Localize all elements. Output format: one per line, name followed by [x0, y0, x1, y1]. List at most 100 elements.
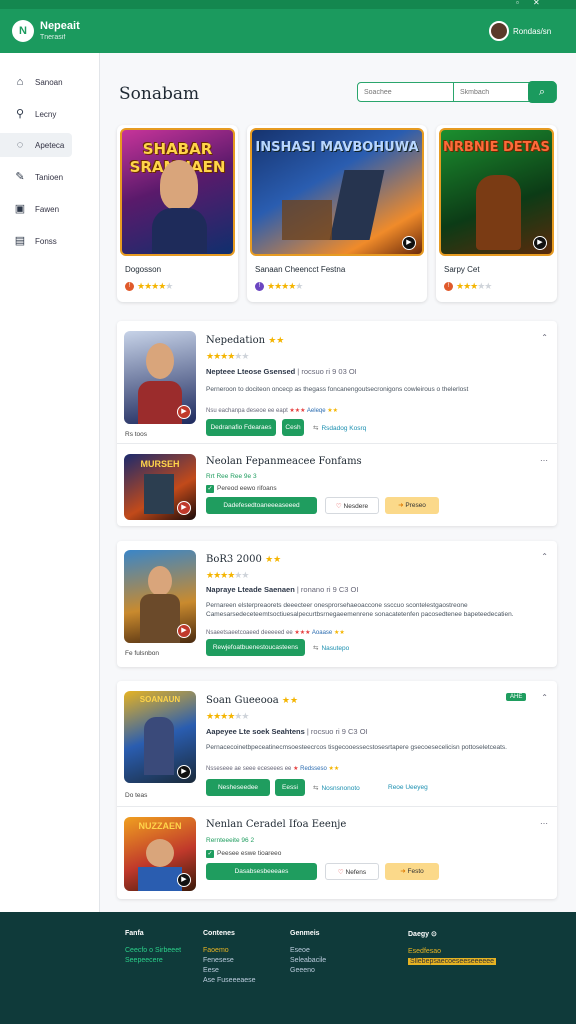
game-name: Sarpy Cet	[444, 265, 480, 274]
footer-link[interactable]: Geeeno	[290, 967, 326, 974]
footer-link[interactable]: Faoemo	[203, 947, 256, 954]
game-description: Pernacecoinetbpeceatinecmsoesteecrcos ti…	[206, 744, 507, 751]
play-icon[interactable]: ▶	[177, 624, 191, 638]
game-art[interactable]: SHABAR SRAMHAEN	[120, 128, 235, 256]
tertiary-action-button[interactable]: ➜ Festo	[385, 863, 439, 880]
sidebar-item-label: Tanioen	[35, 172, 64, 182]
primary-action-button[interactable]: Rewjefoatbuenestoucasteens	[206, 639, 305, 656]
footer-link[interactable]: Seepeecere	[125, 957, 181, 964]
footer-column: Fanfa Ceecfo o Sirbeeet Seepeecere	[125, 930, 181, 967]
footer-column: Genmeis Eseoe Seleabacile Geeeno	[290, 930, 326, 977]
link-text: Nosnsnonoto	[321, 785, 360, 792]
secondary-action-button[interactable]: ♡ Nesdere	[325, 497, 379, 514]
play-icon[interactable]: ▶	[402, 236, 416, 250]
share-link[interactable]: ⇆ Nasutepo	[313, 644, 349, 652]
sidebar-item-home[interactable]: ⌂ Sanoan	[0, 70, 100, 94]
star-rating: ★★★★★★	[206, 351, 249, 361]
age-badge-icon: !	[125, 282, 134, 291]
list-item[interactable]: ▶ Rs toos Nepedation ★★ ★★★★★★ Nepteee L…	[117, 321, 557, 443]
featured-card[interactable]: NRBNIE DETAS ▶ Sarpy Cet ! ★★★★★	[436, 125, 557, 302]
game-title-text: Nepedation	[206, 335, 266, 346]
primary-action-button[interactable]: Dasabsesbeeeaes	[206, 863, 317, 880]
play-icon[interactable]: ▶	[177, 405, 191, 419]
game-description: Pernareen elsterpreaorets deeecteer ones…	[206, 602, 514, 618]
featured-card[interactable]: SHABAR SRAMHAEN Dogosson !★★★★★	[117, 125, 238, 302]
game-description: Perneroon to dociteon oncecp as thegass …	[206, 386, 469, 393]
list-item[interactable]: ▶ Fe fulsnbon BoR3 2000 ★★ ★★★★★★ Napray…	[117, 541, 557, 667]
subtitle-text: Peesee eswe tioareeo	[217, 850, 282, 857]
footer-heading: Genmeis	[290, 930, 320, 937]
minimize-icon[interactable]: ▫	[516, 0, 519, 7]
game-art[interactable]: NRBNIE DETAS ▶	[439, 128, 554, 256]
subtitle-meta: | rocsuo ri 9 03 OI	[297, 367, 357, 376]
avatar[interactable]	[489, 21, 509, 41]
search-button[interactable]: ⌕	[528, 81, 556, 103]
share-link[interactable]: ⇆ Rsdadog Kosrq	[313, 424, 366, 432]
footer-link[interactable]: Seleabacile	[290, 957, 326, 964]
list-item[interactable]: NUZZAEN ▶ Nenlan Ceradel Ifoa Eeenje Rer…	[117, 806, 557, 899]
play-icon[interactable]: ▶	[533, 236, 547, 250]
game-rating: ! ★★★★★	[125, 281, 173, 292]
subtitle-text: Pereod eewo rifoans	[217, 485, 277, 492]
window-strip: ▫ ✕	[0, 0, 576, 9]
secondary-action-button[interactable]: Eessi	[275, 779, 305, 796]
play-icon[interactable]: ▶	[177, 765, 191, 779]
chevron-up-icon[interactable]: ⌃	[541, 333, 548, 342]
game-name: Sanaan Cheencct Festna	[255, 265, 346, 274]
footer: Fanfa Ceecfo o Sirbeeet Seepeecere Conte…	[0, 912, 576, 1024]
footer-highlight-link[interactable]: Sllebepsaecoeseeseeeeee	[408, 958, 497, 965]
star-rating: ★★★★★★	[206, 570, 249, 580]
more-icon[interactable]: ⋯	[540, 456, 548, 465]
user-name[interactable]: Rondas/sn	[513, 27, 551, 36]
tertiary-action-button[interactable]: ➜ Preseo	[385, 497, 439, 514]
search-icon: ⌕	[538, 86, 546, 98]
age-badge-icon: !	[444, 282, 453, 291]
game-subtitle: Nepteee Lteose Gsensed | rocsuo ri 9 03 …	[206, 367, 357, 376]
brand-name: Nepeait	[40, 20, 80, 32]
featured-card[interactable]: INSHASI MAVBOHUWA ▶ Sanaan Cheencct Fest…	[247, 125, 427, 302]
sidebar-item-document[interactable]: ▤ Fonss	[0, 229, 100, 253]
game-art[interactable]: INSHASI MAVBOHUWA ▶	[250, 128, 424, 256]
secondary-link[interactable]: Reoe Ueeyeg	[388, 784, 428, 791]
game-thumbnail[interactable]: SOANAUN ▶	[124, 691, 196, 783]
primary-action-button[interactable]: Dadefesedtoaneeeaseeed	[206, 497, 317, 514]
footer-link[interactable]: Ceecfo o Sirbeeet	[125, 947, 181, 954]
button-label: Nesdere	[343, 503, 369, 510]
sidebar-item-link[interactable]: ⚲ Lecny	[0, 102, 100, 126]
share-icon: ⇆	[313, 785, 319, 792]
chevron-up-icon[interactable]: ⌃	[541, 693, 548, 702]
sidebar-item-pen[interactable]: ✎ Tanioen	[0, 165, 100, 189]
footer-link[interactable]: Esedfesao	[408, 948, 496, 955]
footer-link[interactable]: Ase Fuseeeaese	[203, 977, 256, 984]
secondary-action-button[interactable]: Cesh	[282, 419, 304, 436]
list-item[interactable]: SOANAUN ▶ Do teas AHE Soan Gueeooa ★★ ★★…	[117, 681, 557, 806]
search-input[interactable]	[358, 83, 453, 101]
footer-heading: Daegy ⊙	[408, 930, 496, 938]
sidebar-item-shield[interactable]: ◌ Apeteca	[0, 133, 72, 157]
game-thumbnail[interactable]: ▶	[124, 550, 196, 643]
game-thumbnail[interactable]: NUZZAEN ▶	[124, 817, 196, 891]
footer-link[interactable]: Eseoe	[290, 947, 326, 954]
sidebar-item-label: Sanoan	[35, 77, 63, 87]
primary-action-button[interactable]: Dedranafio Fdearaes	[206, 419, 276, 436]
game-title: Nepedation ★★	[206, 335, 285, 346]
primary-action-button[interactable]: Nesheseedee	[206, 779, 270, 796]
play-icon[interactable]: ▶	[177, 501, 191, 515]
sidebar-item-bookmark[interactable]: ▣ Fawen	[0, 197, 100, 221]
logo-icon[interactable]: N	[12, 20, 34, 42]
footer-link[interactable]: Eese	[203, 967, 256, 974]
chevron-up-icon[interactable]: ⌃	[541, 552, 548, 561]
more-icon[interactable]: ⋯	[540, 819, 548, 828]
play-icon[interactable]: ▶	[177, 873, 191, 887]
share-link[interactable]: ⇆ Nosnsnonoto	[313, 784, 360, 792]
side-label: Rs toos	[125, 431, 148, 438]
game-thumbnail[interactable]: MURSEH ▶	[124, 454, 196, 520]
close-icon[interactable]: ✕	[533, 0, 540, 7]
list-item[interactable]: MURSEH ▶ Neolan Fepanmeacee Fonfams Rrt …	[117, 443, 557, 526]
footer-link[interactable]: Fenesese	[203, 957, 256, 964]
button-label: Preseo	[405, 502, 426, 509]
footer-column: Daegy ⊙ Esedfesao Sllebepsaecoeseeseeeee…	[408, 930, 497, 968]
game-title-text: Soan Gueeooa	[206, 695, 279, 706]
secondary-action-button[interactable]: ♡ Nefens	[325, 863, 379, 880]
game-thumbnail[interactable]: ▶	[124, 331, 196, 424]
